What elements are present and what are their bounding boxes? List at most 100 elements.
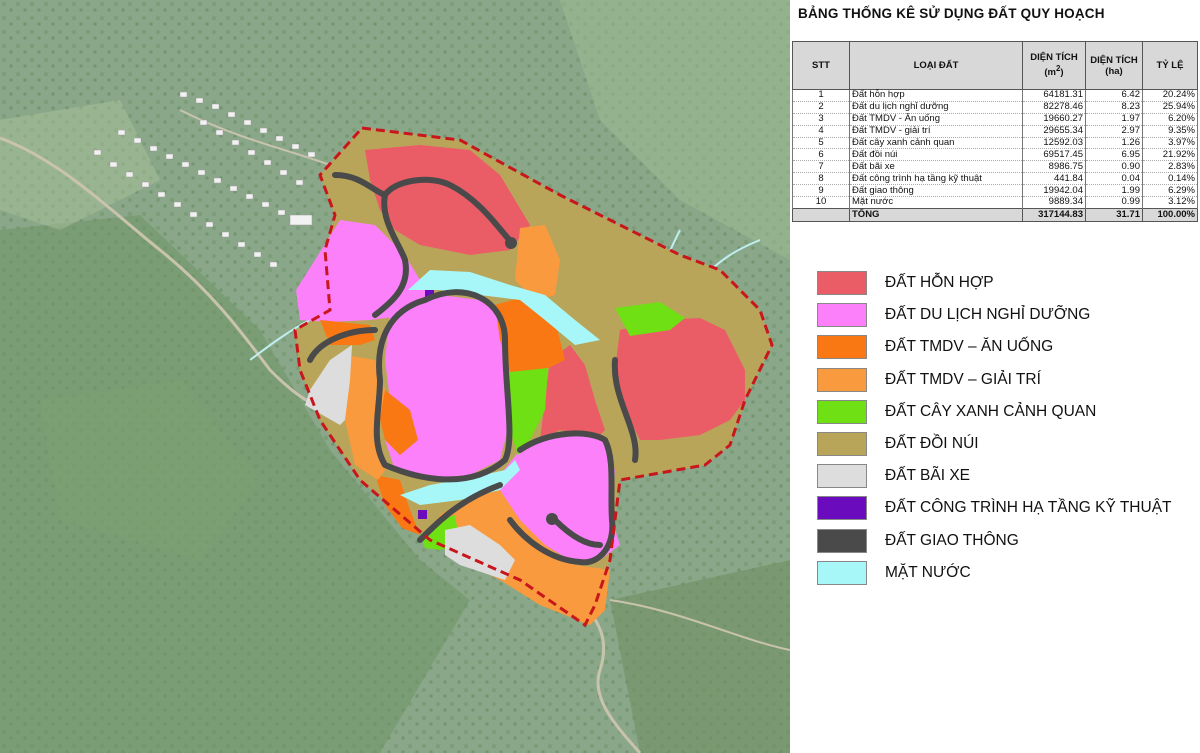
header-dien-tich-m2-close: )	[1060, 67, 1064, 79]
legend-label: ĐẤT ĐỒI NÚI	[885, 434, 979, 452]
row-area-m2: 82278.46	[1022, 101, 1086, 114]
total-ha: 31.71	[1085, 207, 1143, 222]
row-stt: 3	[792, 113, 850, 126]
legend-swatch	[817, 431, 867, 456]
table-row: 4 Đất TMDV - giải trí 29655.34 2.97 9.35%	[792, 125, 1198, 138]
total-pct: 100.00%	[1142, 207, 1198, 222]
row-stt: 10	[792, 196, 850, 209]
table-row: 7 Đất bãi xe 8986.75 0.90 2.83%	[792, 160, 1198, 174]
row-percentage: 9.35%	[1142, 125, 1198, 138]
row-land-type: Đất cây xanh cảnh quan	[849, 137, 1023, 150]
legend-label: ĐẤT DU LỊCH NGHỈ DƯỠNG	[885, 306, 1091, 324]
land-use-stats-table: STT LOẠI ĐẤT DIỆN TÍCH (m2) DIỆN TÍCH (h…	[792, 41, 1198, 222]
row-area-m2: 19660.27	[1022, 113, 1086, 126]
map-canvas	[0, 0, 790, 753]
row-percentage: 0.14%	[1142, 172, 1198, 186]
table-total-row: TỔNG 317144.83 31.71 100.00%	[792, 207, 1198, 222]
legend-swatch	[817, 496, 867, 521]
row-area-m2: 8986.75	[1022, 160, 1086, 174]
table-row: 6 Đất đồi núi 69517.45 6.95 21.92%	[792, 148, 1198, 162]
row-stt: 6	[792, 148, 850, 162]
infrastructure-south	[418, 510, 427, 519]
table-title: BẢNG THỐNG KÊ SỬ DỤNG ĐẤT QUY HOẠCH	[798, 6, 1105, 21]
row-stt: 8	[792, 172, 850, 186]
row-percentage: 25.94%	[1142, 101, 1198, 114]
land-use-map	[0, 0, 790, 753]
row-percentage: 6.29%	[1142, 184, 1198, 198]
row-area-m2: 12592.03	[1022, 137, 1086, 150]
road-turnaround-south	[546, 513, 558, 525]
table-body: 1 Đất hỗn hợp 64181.31 6.42 20.24% 2 Đất du lị…	[792, 89, 1198, 209]
row-area-ha: 0.04	[1085, 172, 1143, 186]
total-stt	[792, 207, 850, 222]
legend-swatch	[817, 335, 867, 360]
legend-label: ĐẤT TMDV – ĂN UỐNG	[885, 338, 1054, 356]
header-dien-tich-ha-unit: (ha)	[1105, 65, 1123, 77]
header-dien-tich-m2-label: DIỆN TÍCH	[1030, 52, 1078, 64]
row-stt: 2	[792, 101, 850, 114]
row-area-ha: 2.97	[1085, 125, 1143, 138]
row-area-ha: 0.90	[1085, 160, 1143, 174]
total-m2: 317144.83	[1022, 207, 1086, 222]
legend-label: ĐẤT HỖN HỢP	[885, 274, 994, 291]
table-row: 8 Đất công trình hạ tầng kỹ thuật 441.84 0.…	[792, 172, 1198, 186]
row-area-m2: 19942.04	[1022, 184, 1086, 198]
row-area-ha: 6.95	[1085, 148, 1143, 162]
header-dien-tich-ha-label: DIỆN TÍCH	[1090, 54, 1138, 66]
row-percentage: 3.12%	[1142, 196, 1198, 209]
row-land-type: Đất TMDV - giải trí	[849, 125, 1023, 138]
row-stt: 5	[792, 137, 850, 150]
row-land-type: Mặt nước	[849, 196, 1023, 209]
row-percentage: 6.20%	[1142, 113, 1198, 126]
table-row: 9 Đất giao thông 19942.04 1.99 6.29%	[792, 184, 1198, 198]
row-land-type: Đất du lịch nghỉ dưỡng	[849, 101, 1023, 114]
row-area-ha: 8.23	[1085, 101, 1143, 114]
total-label: TỔNG	[849, 207, 1023, 222]
row-percentage: 20.24%	[1142, 89, 1198, 102]
row-area-m2: 29655.34	[1022, 125, 1086, 138]
legend-label: ĐẤT CÔNG TRÌNH HẠ TẦNG KỸ THUẬT	[885, 499, 1172, 517]
table-row: 3 Đất TMDV - Ăn uống 19660.27 1.97 6.20%	[792, 113, 1198, 126]
row-land-type: Đất bãi xe	[849, 160, 1023, 174]
legend-swatch	[817, 464, 867, 489]
row-stt: 1	[792, 89, 850, 102]
legend-swatch	[817, 367, 867, 392]
legend-swatch	[817, 271, 867, 295]
header-loai-dat: LOẠI ĐẤT	[849, 41, 1023, 90]
header-ty-le: TỶ LỆ	[1142, 41, 1198, 90]
table-row: 10 Mặt nước 9889.34 0.99 3.12%	[792, 196, 1198, 209]
legend-label: ĐẤT BÃI XE	[885, 467, 970, 485]
zone-mixed-use-east	[615, 318, 745, 440]
legend-label: ĐẤT TMDV – GIẢI TRÍ	[885, 370, 1041, 388]
row-area-ha: 1.97	[1085, 113, 1143, 126]
row-area-m2: 69517.45	[1022, 148, 1086, 162]
table-row: 1 Đất hỗn hợp 64181.31 6.42 20.24%	[792, 89, 1198, 102]
header-dien-tich-ha: DIỆN TÍCH (ha)	[1085, 41, 1143, 90]
row-percentage: 2.83%	[1142, 160, 1198, 174]
row-land-type: Đất TMDV - Ăn uống	[849, 113, 1023, 126]
row-area-ha: 1.99	[1085, 184, 1143, 198]
header-dien-tich-m2: DIỆN TÍCH (m2)	[1022, 41, 1086, 90]
row-stt: 9	[792, 184, 850, 198]
header-dien-tich-m2-unit: (m	[1044, 67, 1057, 79]
row-percentage: 21.92%	[1142, 148, 1198, 162]
row-area-ha: 6.42	[1085, 89, 1143, 102]
row-stt: 7	[792, 160, 850, 174]
header-stt: STT	[792, 41, 850, 90]
row-land-type: Đất công trình hạ tầng kỹ thuật	[849, 172, 1023, 186]
road-turnaround-north	[505, 237, 517, 249]
row-land-type: Đất đồi núi	[849, 148, 1023, 162]
row-area-m2: 441.84	[1022, 172, 1086, 186]
legend-swatch	[817, 303, 867, 328]
side-panel: BẢNG THỐNG KÊ SỬ DỤNG ĐẤT QUY HOẠCH STT …	[790, 0, 1200, 753]
legend-swatch	[817, 399, 867, 424]
legend-label: MẶT NƯỚC	[885, 563, 971, 581]
row-stt: 4	[792, 125, 850, 138]
row-area-ha: 0.99	[1085, 196, 1143, 209]
row-percentage: 3.97%	[1142, 137, 1198, 150]
row-land-type: Đất hỗn hợp	[849, 89, 1023, 102]
legend-swatch	[817, 560, 867, 585]
legend-swatch	[817, 528, 867, 553]
row-area-ha: 1.26	[1085, 137, 1143, 150]
table-header-row: STT LOẠI ĐẤT DIỆN TÍCH (m2) DIỆN TÍCH (h…	[792, 41, 1198, 90]
